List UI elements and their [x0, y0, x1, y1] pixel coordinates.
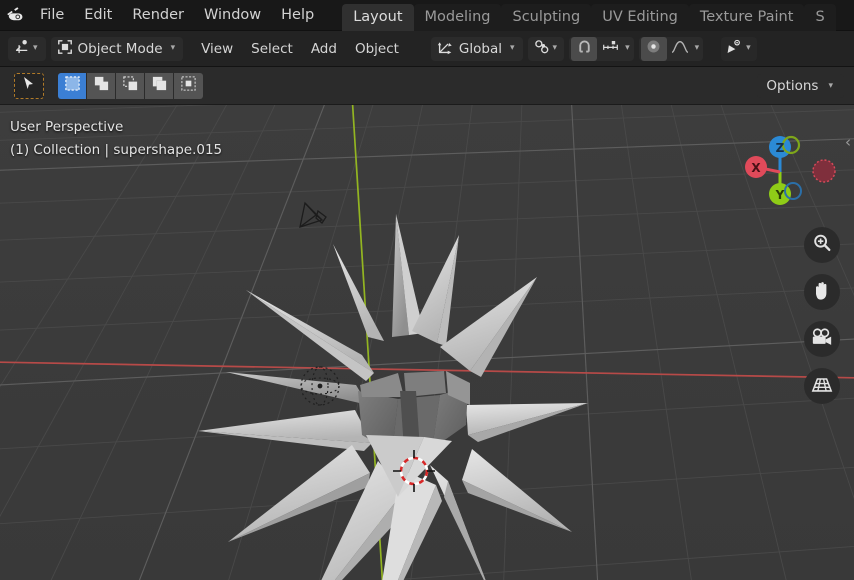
active-tool-tweak-button[interactable] — [14, 72, 44, 99]
3d-viewport[interactable]: User Perspective (1) Collection | supers… — [0, 105, 854, 580]
workspace-tabs: Layout Modeling Sculpting UV Editing Tex… — [342, 0, 836, 31]
move-view-button[interactable] — [804, 274, 840, 310]
toggle-ortho-button[interactable] — [804, 368, 840, 404]
workspace-tab-shading[interactable]: S — [804, 3, 836, 31]
select-mode-intersect[interactable] — [174, 72, 203, 99]
menu-file[interactable]: File — [30, 0, 74, 31]
viewport-menu-view[interactable]: View — [192, 37, 242, 61]
navigation-gizmo[interactable]: Z Y X — [736, 119, 846, 214]
proportional-editing-group: ▾ — [638, 36, 704, 61]
viewport-nav-buttons — [804, 227, 840, 404]
transform-orientation-selector[interactable]: Global ▾ — [430, 36, 523, 61]
viewport-menu-add[interactable]: Add — [302, 37, 346, 61]
snap-increment-icon — [601, 38, 620, 59]
workspace-tab-sculpting[interactable]: Sculpting — [501, 3, 592, 31]
select-extend-icon — [93, 75, 110, 96]
select-mode-invert[interactable] — [145, 72, 174, 99]
magnifier-plus-icon — [812, 233, 832, 257]
select-box-icon — [64, 75, 81, 96]
movie-camera-icon — [811, 327, 833, 351]
menu-edit[interactable]: Edit — [74, 0, 122, 31]
top-menu-bar: File Edit Render Window Help Layout Mode… — [0, 0, 854, 31]
chevron-down-icon[interactable]: ▾ — [623, 44, 632, 53]
select-intersect-icon — [180, 75, 197, 96]
chevron-down-icon: ▾ — [510, 43, 515, 53]
snap-magnet-toggle[interactable] — [571, 36, 598, 61]
workspace-tab-uv-editing[interactable]: UV Editing — [591, 3, 689, 31]
blender-window: File Edit Render Window Help Layout Mode… — [0, 0, 854, 580]
snapping-group: ▾ — [569, 36, 634, 61]
select-mode-extend[interactable] — [87, 72, 116, 99]
pivot-point-icon — [533, 38, 551, 60]
proportional-edit-icon — [645, 38, 662, 59]
orientation-axes-icon — [436, 38, 454, 60]
viewport-canvas — [0, 105, 854, 580]
select-mode-group — [58, 72, 203, 99]
viewport-header: ▾ Object Mode ▾ View Select Add Object G… — [0, 31, 854, 67]
camera-view-button[interactable] — [804, 321, 840, 357]
editor-type-3d-viewport-icon — [14, 38, 31, 59]
proportional-falloff-selector[interactable] — [667, 37, 693, 61]
tool-settings-bar: Options ▾ — [0, 67, 854, 105]
sidebar-toggle-chevron-left-icon[interactable]: ‹ — [845, 133, 851, 151]
transform-orientation-label: Global — [458, 40, 502, 57]
magnet-icon — [576, 38, 593, 59]
workspace-tab-texture-paint[interactable]: Texture Paint — [688, 3, 805, 31]
viewport-menu-select[interactable]: Select — [242, 37, 302, 61]
show-gizmo-icon — [725, 38, 744, 60]
chevron-down-icon: ▾ — [746, 43, 751, 53]
menu-window[interactable]: Window — [194, 0, 271, 31]
blender-logo-icon[interactable] — [0, 0, 30, 31]
svg-text:X: X — [751, 161, 761, 175]
object-mode-icon — [57, 39, 73, 59]
editor-type-selector[interactable]: ▾ — [8, 36, 46, 61]
options-button[interactable]: Options ▾ — [757, 74, 844, 98]
snap-target-selector[interactable] — [597, 37, 623, 61]
perspective-grid-icon — [811, 375, 833, 398]
proportional-edit-toggle[interactable] — [640, 36, 667, 61]
chevron-down-icon: ▾ — [552, 43, 558, 53]
workspace-tab-modeling[interactable]: Modeling — [413, 3, 502, 31]
tweak-cursor-icon — [23, 76, 35, 95]
chevron-down-icon: ▾ — [33, 43, 38, 53]
show-gizmo-selector[interactable]: ▾ — [721, 36, 757, 61]
select-mode-subtract[interactable] — [116, 72, 145, 99]
options-label: Options — [766, 78, 819, 94]
workspace-tab-layout[interactable]: Layout — [342, 3, 414, 31]
select-invert-icon — [151, 75, 168, 96]
select-subtract-icon — [122, 75, 139, 96]
menu-render[interactable]: Render — [122, 0, 194, 31]
viewport-menu-object[interactable]: Object — [346, 37, 408, 61]
select-mode-set[interactable] — [58, 72, 87, 99]
menu-help[interactable]: Help — [271, 0, 324, 31]
chevron-down-icon[interactable]: ▾ — [693, 44, 702, 53]
interaction-mode-label: Object Mode — [77, 40, 163, 57]
hand-icon — [812, 280, 832, 305]
falloff-curve-icon — [671, 39, 689, 59]
interaction-mode-selector[interactable]: Object Mode ▾ — [50, 36, 184, 61]
chevron-down-icon: ▾ — [170, 43, 176, 53]
pivot-point-selector[interactable]: ▾ — [527, 36, 565, 61]
chevron-down-icon: ▾ — [828, 80, 833, 91]
svg-text:Y: Y — [775, 188, 785, 202]
zoom-view-button[interactable] — [804, 227, 840, 263]
svg-text:Z: Z — [776, 141, 785, 155]
